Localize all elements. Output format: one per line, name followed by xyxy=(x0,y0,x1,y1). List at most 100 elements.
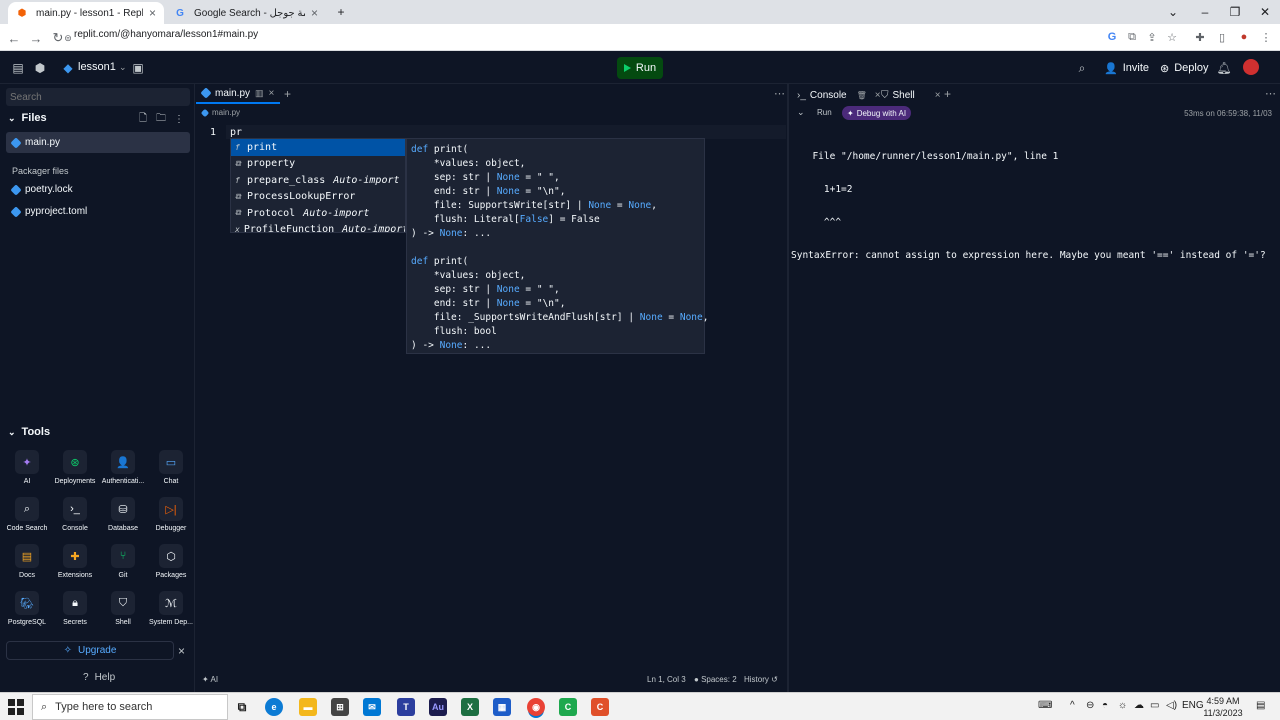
edge-icon[interactable]: e xyxy=(265,698,283,716)
share-icon[interactable]: ⇪ xyxy=(1144,29,1160,45)
maximize-button[interactable]: ❐ xyxy=(1220,0,1250,24)
upgrade-button[interactable]: ✧ Upgrade xyxy=(6,641,174,660)
tab-console[interactable]: ›_ Console 🗑︎ × xyxy=(797,87,881,103)
chevron-down-icon[interactable]: ⌄ xyxy=(797,107,805,118)
more-options-icon[interactable]: ⋯ xyxy=(1265,87,1276,100)
suggestion-item[interactable]: ⧉ property xyxy=(231,156,405,173)
suggestion-item[interactable]: ⧉ ProcessLookupError xyxy=(231,189,405,206)
mail-icon[interactable]: ✉ xyxy=(363,698,381,716)
windows-start-icon[interactable] xyxy=(8,699,24,715)
suggestion-item[interactable]: f prepare_class Auto-import xyxy=(231,172,405,189)
help-button[interactable]: ? Help xyxy=(83,672,115,683)
clear-icon[interactable]: 🗑︎ xyxy=(857,91,867,100)
console-run-entry[interactable]: Run xyxy=(817,108,832,117)
close-tab-icon[interactable]: × xyxy=(311,6,318,20)
battery-icon[interactable]: ▭ xyxy=(1150,700,1159,711)
site-info-icon[interactable]: ⊜ xyxy=(62,28,74,48)
search-icon[interactable]: ⌕ xyxy=(1074,60,1090,76)
chrome-menu-icon[interactable]: ⋮ xyxy=(1258,29,1274,45)
avatar[interactable] xyxy=(1243,59,1259,75)
new-tab-button[interactable]: + xyxy=(326,0,356,24)
add-tab-icon[interactable]: + xyxy=(944,87,951,101)
camtasia-icon[interactable]: C xyxy=(559,698,577,716)
install-app-icon[interactable]: ⧉ xyxy=(1124,29,1140,45)
new-folder-icon[interactable]: 🗀 xyxy=(154,112,168,126)
more-options-icon[interactable]: ⋮ xyxy=(172,112,186,126)
url-field[interactable]: replit.com/@hanyomara/lesson1#main.py xyxy=(74,29,258,40)
close-icon[interactable]: × xyxy=(269,88,275,99)
taskbar-search[interactable]: ⌕ Type here to search xyxy=(32,694,228,720)
code-line[interactable]: pr xyxy=(230,127,242,138)
volume-icon[interactable]: ◁) xyxy=(1166,700,1177,711)
close-window-button[interactable]: ✕ xyxy=(1250,0,1280,24)
close-icon[interactable]: × xyxy=(935,90,941,101)
tool-secrets[interactable]: 🔒︎ Secrets xyxy=(51,591,99,626)
split-icon[interactable]: ▥ xyxy=(255,88,264,99)
suggestion-item[interactable]: ⧉ Protocol Auto-import xyxy=(231,205,405,222)
tool-database[interactable]: ⛁ Database xyxy=(99,497,147,532)
tools-heading[interactable]: ⌄ Tools xyxy=(8,426,50,438)
replit-logo-icon[interactable]: ⬢ xyxy=(32,60,48,76)
minimize-button[interactable]: – xyxy=(1190,0,1220,24)
notifications-icon[interactable]: ▤ xyxy=(1256,700,1265,711)
file-main-py[interactable]: main.py xyxy=(6,132,190,153)
breadcrumb-item[interactable]: main.py xyxy=(212,108,240,117)
history-button[interactable]: History ↺ xyxy=(744,675,778,684)
debug-with-ai-button[interactable]: ✦ Debug with AI xyxy=(842,106,912,120)
bookmark-star-icon[interactable]: ☆ xyxy=(1164,29,1180,45)
sidebar-toggle-icon[interactable]: ▤ xyxy=(10,60,26,76)
tab-search-icon[interactable]: ⌄ xyxy=(1158,0,1188,24)
tool-docs[interactable]: ▤ Docs xyxy=(3,544,51,579)
run-button[interactable]: Run xyxy=(617,57,663,79)
app-icon[interactable]: T xyxy=(397,698,415,716)
tool-system-dependencies[interactable]: ℳ System Dep... xyxy=(147,591,195,626)
file-explorer-icon[interactable]: ▬ xyxy=(299,698,317,716)
tray-app-icon[interactable]: ◓ xyxy=(1102,700,1108,711)
tool-chat[interactable]: ▭ Chat xyxy=(147,450,195,485)
audition-icon[interactable]: Au xyxy=(429,698,447,716)
bell-icon[interactable]: 🔔︎ xyxy=(1216,60,1232,76)
tray-app-icon[interactable]: ☼ xyxy=(1118,700,1127,711)
browser-tab-google[interactable]: G Google Search - ترجمة جوجل × xyxy=(166,2,326,24)
recorder-icon[interactable]: C xyxy=(591,698,609,716)
browser-tab-replit[interactable]: ⬢ main.py - lesson1 - Replit × xyxy=(8,2,164,24)
invite-button[interactable]: 👤 Invite xyxy=(1098,58,1155,78)
chrome-icon[interactable]: ◉ xyxy=(527,698,545,716)
more-options-icon[interactable]: ⋯ xyxy=(774,87,785,100)
onedrive-icon[interactable]: ☁ xyxy=(1134,700,1144,711)
suggestion-item[interactable]: x ProfileFunction Auto-import xyxy=(231,222,405,232)
tool-extensions[interactable]: ✚ Extensions xyxy=(51,544,99,579)
tool-ai[interactable]: ✦ AI xyxy=(3,450,51,485)
google-translate-icon[interactable]: G xyxy=(1104,29,1120,45)
store-icon[interactable]: ⊞ xyxy=(331,698,349,716)
tool-shell[interactable]: ⛉ Shell xyxy=(99,591,147,626)
file-poetry-lock[interactable]: poetry.lock xyxy=(6,179,190,200)
tray-app-icon[interactable]: ⊖ xyxy=(1086,700,1094,711)
new-file-icon[interactable]: 🗋 xyxy=(136,112,150,126)
file-pyproject-toml[interactable]: pyproject.toml xyxy=(6,201,190,222)
close-icon[interactable]: × xyxy=(875,90,881,101)
task-view-icon[interactable]: ⧉ xyxy=(233,698,251,716)
profile-icon[interactable]: ● xyxy=(1236,29,1252,45)
tool-debugger[interactable]: ▷| Debugger xyxy=(147,497,195,532)
tool-console[interactable]: ›_ Console xyxy=(51,497,99,532)
tab-main-py[interactable]: main.py ▥ × xyxy=(196,84,281,104)
extensions-icon[interactable]: ✚ xyxy=(1192,29,1208,45)
tray-expand-icon[interactable]: ^ xyxy=(1070,700,1075,711)
excel-icon[interactable]: X xyxy=(461,698,479,716)
add-tab-icon[interactable]: + xyxy=(284,87,291,101)
ai-toggle[interactable]: ✦ AI xyxy=(202,675,218,684)
tool-git[interactable]: ⑂ Git xyxy=(99,544,147,579)
repl-name[interactable]: lesson1 ⌄ xyxy=(78,61,127,73)
close-icon[interactable]: × xyxy=(178,644,185,658)
tool-postgresql[interactable]: 🐘︎ PostgreSQL xyxy=(3,591,51,626)
clock[interactable]: 4:59 AM 11/3/2023 xyxy=(1200,695,1246,719)
search-input[interactable] xyxy=(6,88,190,106)
indent-setting[interactable]: ● Spaces: 2 xyxy=(694,675,737,684)
tab-shell[interactable]: ⛉ Shell × xyxy=(881,87,941,103)
cursor-position[interactable]: Ln 1, Col 3 xyxy=(647,675,686,684)
deploy-button[interactable]: ⊛ Deploy xyxy=(1154,58,1214,78)
tool-code-search[interactable]: ⌕ Code Search xyxy=(3,497,51,532)
layout-icon[interactable]: ▣ xyxy=(130,60,146,76)
tool-authentication[interactable]: 👤 Authenticati... xyxy=(99,450,147,485)
